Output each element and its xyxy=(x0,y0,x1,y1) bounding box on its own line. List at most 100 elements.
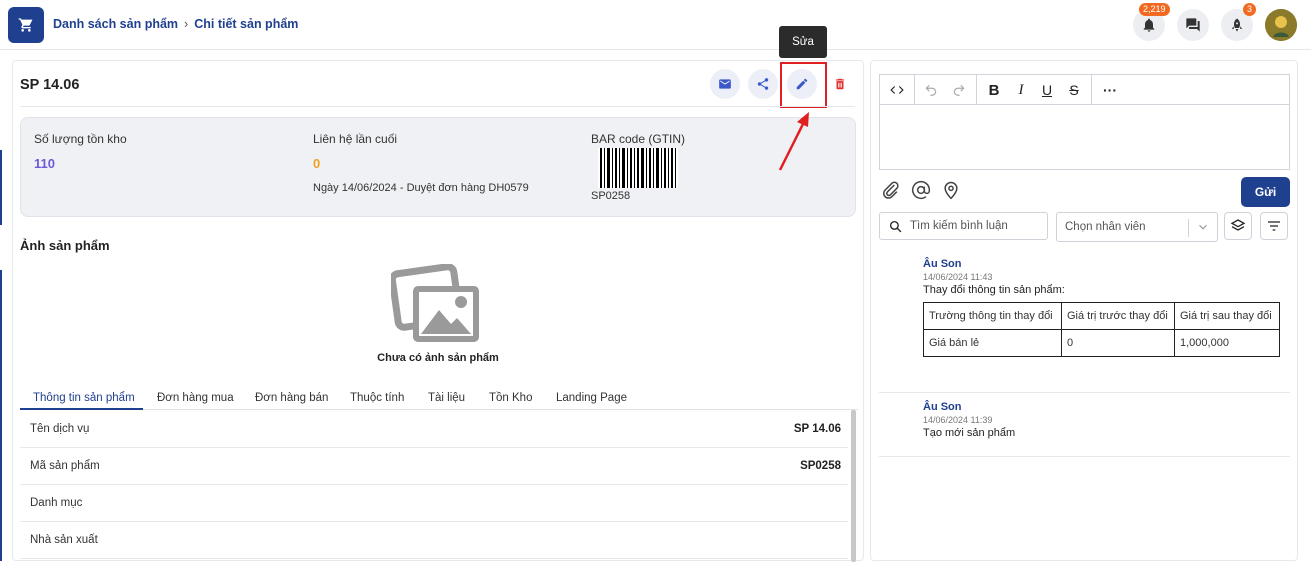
send-button[interactable]: Gửi xyxy=(1241,177,1290,207)
breadcrumb: Danh sách sản phẩm › Chi tiết sản phẩm xyxy=(53,17,298,31)
underline-icon[interactable]: U xyxy=(1039,81,1055,99)
italic-icon[interactable]: I xyxy=(1013,81,1029,99)
chevron-down-icon xyxy=(1199,224,1207,230)
bell-icon xyxy=(1143,18,1155,32)
row-key: Mã sản phẩm xyxy=(30,460,100,472)
rocket-icon xyxy=(1231,18,1243,32)
tab-product-info[interactable]: Thông tin sản phẩm xyxy=(33,392,135,404)
chat-icon xyxy=(1186,18,1200,32)
search-icon xyxy=(889,220,902,233)
rocket-button[interactable]: 3 xyxy=(1221,3,1257,41)
tab-documents[interactable]: Tài liệu xyxy=(428,392,465,404)
tab-attributes[interactable]: Thuộc tính xyxy=(350,392,404,404)
top-bar: Danh sách sản phẩm › Chi tiết sản phẩm 2… xyxy=(0,0,1311,50)
divider xyxy=(20,106,855,107)
mention-icon[interactable] xyxy=(911,180,931,200)
strikethrough-icon[interactable]: S xyxy=(1066,81,1082,99)
staff-select[interactable]: Chọn nhân viên xyxy=(1056,212,1218,242)
last-contact-value: 0 xyxy=(313,156,321,171)
editor-toolbar: B I U S ··· xyxy=(880,75,1289,105)
product-detail-panel: SP 14.06 Số lượng tồn kho 110 Liên hệ lầ… xyxy=(12,60,864,562)
product-info-list: Tên dịch vụ SP 14.06 Mã sản phẩm SP0258 … xyxy=(20,411,848,559)
comment-text: Tạo mới sản phẩm xyxy=(923,427,1016,439)
left-edge-bar xyxy=(0,270,2,561)
notification-badge: 2,219 xyxy=(1139,3,1170,16)
paperclip-icon[interactable] xyxy=(881,180,901,200)
comment-editor[interactable]: B I U S ··· xyxy=(879,74,1290,170)
comment-text: Thay đổi thông tin sản phẩm: xyxy=(923,284,1065,296)
table-header-cell: Trường thông tin thay đổi xyxy=(923,302,1062,330)
chevron-right-icon: › xyxy=(184,17,189,31)
comment-author[interactable]: Âu Son xyxy=(923,401,1015,413)
chat-button[interactable] xyxy=(1177,9,1209,41)
breadcrumb-link[interactable]: Danh sách sản phẩm xyxy=(53,17,178,31)
annotation-arrow-icon xyxy=(778,112,809,171)
undo-icon xyxy=(925,84,937,96)
row-value: SP0258 xyxy=(800,460,841,472)
left-edge-bar xyxy=(0,150,2,225)
rocket-badge: 3 xyxy=(1243,3,1257,16)
barcode-label: BAR code (GTIN) xyxy=(591,132,686,146)
share-button[interactable] xyxy=(748,69,778,99)
more-options-icon[interactable]: ··· xyxy=(1100,81,1120,99)
comment-divider xyxy=(879,392,1290,393)
comment-divider xyxy=(879,456,1290,457)
page-title: SP 14.06 xyxy=(20,77,80,93)
cart-icon xyxy=(18,18,33,32)
product-images-title: Ảnh sản phẩm xyxy=(20,238,110,253)
search-placeholder: Tìm kiếm bình luận xyxy=(910,220,1008,232)
table-cell: Giá bán lẻ xyxy=(923,329,1062,357)
avatar[interactable] xyxy=(1265,9,1297,41)
comment-author[interactable]: Âu Son xyxy=(923,258,1065,270)
scrollbar[interactable] xyxy=(851,410,856,562)
table-row: Tên dịch vụ SP 14.06 xyxy=(20,411,848,448)
table-header-cell: Giá trị trước thay đổi xyxy=(1061,302,1175,330)
share-icon xyxy=(757,78,769,90)
layers-icon xyxy=(1230,219,1246,231)
tab-landing-page[interactable]: Landing Page xyxy=(556,392,627,404)
comment-item: Âu Son 14/06/2024 11:43 Thay đổi thông t… xyxy=(923,258,1065,296)
staff-select-placeholder: Chọn nhân viên xyxy=(1065,221,1146,233)
edit-tooltip: Sửa xyxy=(779,26,827,58)
bold-icon[interactable]: B xyxy=(986,81,1002,99)
comments-panel: B I U S ··· Gửi Tìm kiếm bình luận Chọn … xyxy=(870,60,1298,561)
last-contact-label: Liên hệ lần cuối xyxy=(313,132,398,146)
tab-inventory[interactable]: Tồn Kho xyxy=(489,392,532,404)
row-key: Tên dịch vụ xyxy=(30,423,90,435)
redo-button[interactable] xyxy=(950,81,968,99)
delete-button[interactable] xyxy=(825,69,855,99)
attachment-row xyxy=(881,180,961,200)
no-image-text: Chưa có ảnh sản phẩm xyxy=(377,352,499,364)
redo-icon xyxy=(953,84,965,96)
active-tab-indicator xyxy=(20,408,143,410)
row-value: SP 14.06 xyxy=(793,423,841,435)
notifications-button[interactable]: 2,219 xyxy=(1133,3,1170,41)
toolbar-divider xyxy=(1091,75,1092,105)
select-divider xyxy=(1188,219,1189,237)
barcode-value: SP0258 xyxy=(591,190,631,202)
tab-sales-orders[interactable]: Đơn hàng bán xyxy=(255,392,328,404)
table-header-cell: Giá trị sau thay đổi xyxy=(1174,302,1280,330)
avatar-image-icon xyxy=(1265,9,1297,41)
stock-label: Số lượng tồn kho xyxy=(34,132,127,146)
filter-button[interactable] xyxy=(1260,212,1288,240)
undo-button[interactable] xyxy=(922,81,940,99)
last-contact-detail: Ngày 14/06/2024 - Duyệt đơn hàng DH0579 xyxy=(313,182,529,194)
change-table: Trường thông tin thay đổi Giá trị trước … xyxy=(923,302,1280,357)
comment-time: 14/06/2024 11:39 xyxy=(923,415,993,425)
trash-icon xyxy=(835,78,845,90)
toolbar-divider xyxy=(976,75,977,105)
tab-purchase-orders[interactable]: Đơn hàng mua xyxy=(157,392,234,404)
layers-button[interactable] xyxy=(1224,212,1252,240)
email-button[interactable] xyxy=(710,69,740,99)
code-icon xyxy=(890,86,904,94)
comment-search-input[interactable]: Tìm kiếm bình luận xyxy=(879,212,1048,240)
toolbar-divider xyxy=(914,75,915,105)
image-placeholder-icon xyxy=(391,264,479,342)
cart-home-button[interactable] xyxy=(8,7,44,43)
table-row: Mã sản phẩm SP0258 xyxy=(20,448,848,485)
row-key: Nhà sản xuất xyxy=(30,534,98,546)
location-icon[interactable] xyxy=(941,180,961,200)
table-row: Nhà sản xuất xyxy=(20,522,848,559)
code-view-button[interactable] xyxy=(888,81,906,99)
